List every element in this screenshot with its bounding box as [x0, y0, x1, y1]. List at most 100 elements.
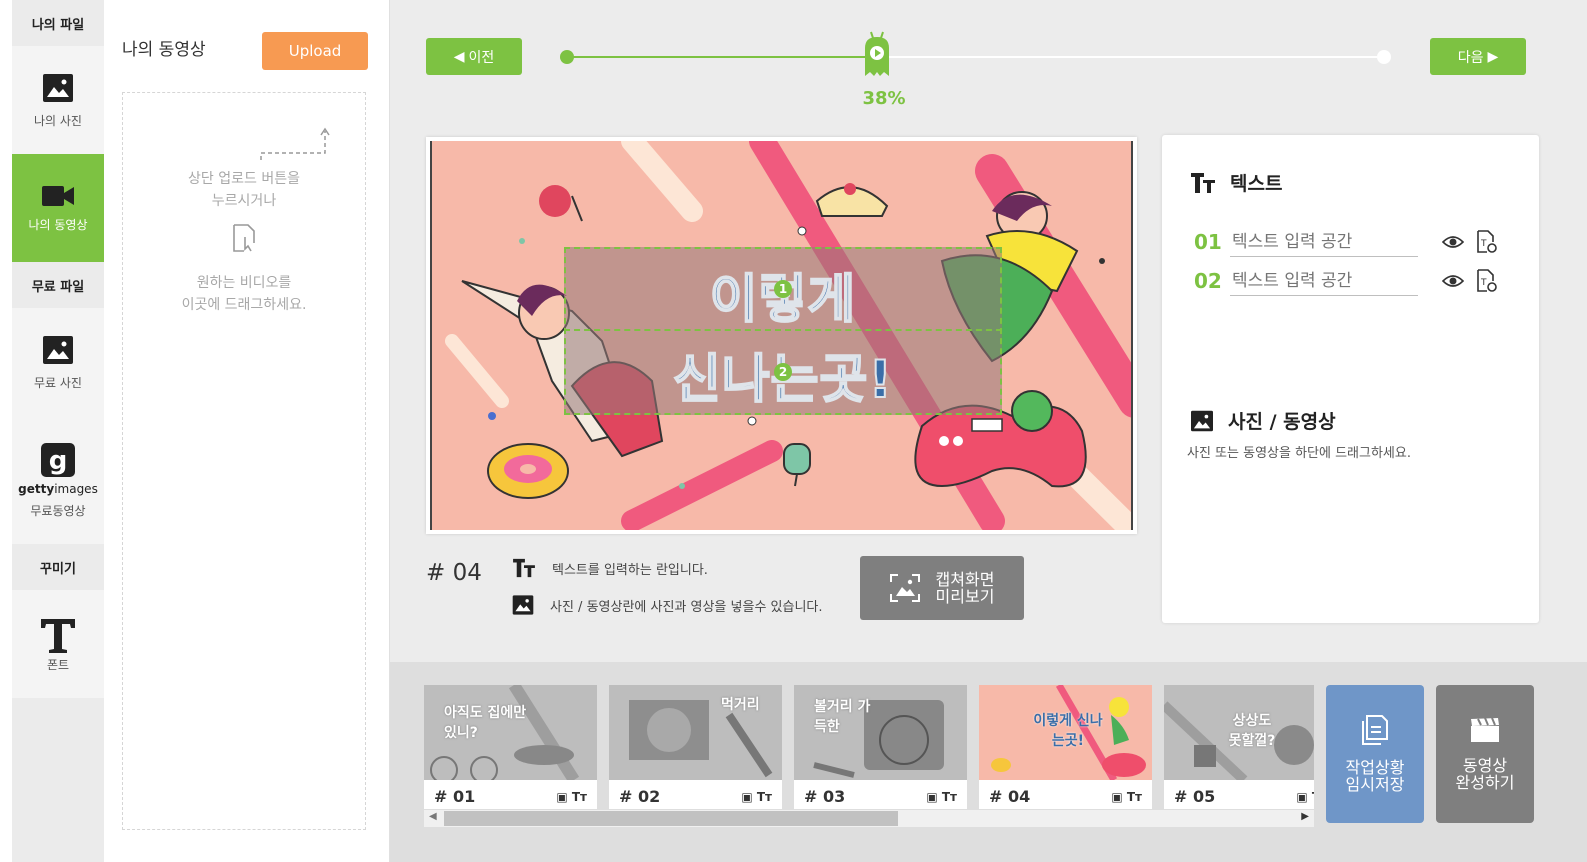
finish-label-2: 완성하기 — [1455, 773, 1515, 792]
next-label: 다음 — [1457, 49, 1484, 66]
thumbnail-image: 상상도 못할껄? — [1164, 685, 1314, 780]
text-row-01: 01 T — [1194, 227, 1498, 257]
media-text-icons: ▣ Tт — [556, 789, 587, 804]
thumbnail-scene-01[interactable]: 아직도 집에만 있니? # 01 ▣ Tт — [424, 685, 597, 809]
dashed-arrow-icon — [260, 127, 330, 160]
clapperboard-icon — [1471, 717, 1499, 742]
save-label-2: 임시저장 — [1345, 775, 1405, 794]
dropzone-hint-2: 누르시거나 — [211, 193, 277, 209]
dropzone-hint-1: 상단 업로드 버튼을 — [188, 171, 300, 187]
text-input-01[interactable] — [1230, 227, 1418, 257]
thumbnail-text: 상상도 못할껄? — [1228, 713, 1276, 749]
preview-canvas[interactable]: 이렇게 신나는곳! 1 2 — [430, 141, 1133, 530]
eye-icon[interactable] — [1442, 274, 1464, 288]
media-section-hint: 사진 또는 동영상을 하단에 드래그하세요. — [1187, 446, 1411, 461]
thumbnail-scene-04[interactable]: 이렇게 신나는곳! # 04 ▣ Tт — [979, 685, 1152, 809]
decorate-header: 꾸미기 — [12, 544, 104, 590]
sidebar-item-my-photo[interactable]: 나의 사진 — [12, 46, 104, 154]
sidebar-item-font[interactable]: 폰트 — [12, 590, 104, 698]
capture-label-1: 캡쳐화면 — [935, 570, 995, 589]
thumbnail-text: 먹거리 — [721, 697, 760, 713]
layer-marker-1[interactable]: 1 — [774, 280, 792, 298]
file-settings-icon[interactable]: T — [1476, 269, 1498, 293]
media-hint: 사진 / 동영상란에 사진과 영상을 넣을수 있습니다. — [512, 594, 823, 616]
sidebar-item-free-photo[interactable]: 무료 사진 — [12, 308, 104, 416]
drag-file-icon — [233, 224, 255, 252]
image-icon — [512, 595, 534, 615]
finish-video-button[interactable]: 동영상 완성하기 — [1436, 685, 1534, 823]
text-tt-icon — [1191, 172, 1215, 193]
document-save-icon — [1362, 715, 1388, 745]
svg-text:T: T — [1480, 278, 1487, 288]
thumbnail-label: # 01 — [434, 787, 476, 806]
video-camera-icon — [42, 185, 74, 206]
getty-brand: gettyimages — [18, 481, 98, 496]
files-panel-title: 나의 동영상 — [122, 40, 206, 60]
sidebar-item-label: 폰트 — [46, 657, 70, 672]
capture-image-icon — [889, 574, 920, 602]
text-tt-icon — [513, 558, 535, 578]
scrollbar-thumb[interactable] — [444, 811, 898, 826]
thumbnail-scene-05[interactable]: 상상도 못할껄? # 05 ▣ Tт — [1164, 685, 1314, 809]
my-files-header: 나의 파일 — [12, 0, 104, 46]
media-text-icons: ▣ Tт — [926, 789, 957, 804]
scene-number: # 04 — [426, 560, 482, 586]
sidebar-item-label: 나의 동영상 — [28, 217, 88, 232]
svg-text:g: g — [49, 446, 68, 476]
sidebar-item-label: 무료 사진 — [34, 375, 82, 390]
thumbnail-list: 아직도 집에만 있니? # 01 ▣ Tт 먹거리 # 02 ▣ Tт 볼거리 … — [424, 685, 1314, 809]
scroll-left-arrow[interactable]: ◀ — [429, 811, 437, 822]
thumbnail-label: # 05 — [1174, 787, 1216, 806]
file-settings-icon[interactable]: T — [1476, 230, 1498, 254]
progress-start-dot — [560, 50, 574, 64]
text-input-02[interactable] — [1230, 266, 1418, 296]
dropzone-hint-4: 이곳에 드래그하세요. — [181, 297, 307, 313]
sidebar-item-label: 무료동영상 — [30, 503, 86, 518]
thumbnail-label: # 03 — [804, 787, 846, 806]
caret-right-icon: ▶ — [1487, 48, 1499, 65]
text-section-title: 텍스트 — [1190, 169, 1282, 196]
text-row-02: 02 T — [1194, 266, 1498, 296]
thumbnail-scene-02[interactable]: 먹거리 # 02 ▣ Tт — [609, 685, 782, 809]
text-row-number: 02 — [1194, 269, 1222, 293]
layer-marker-2[interactable]: 2 — [774, 363, 792, 381]
sidebar-item-getty-video[interactable]: g gettyimages 무료동영상 — [12, 416, 104, 544]
svg-text:T: T — [1480, 239, 1487, 249]
caret-left-icon: ◀ — [453, 48, 465, 65]
video-dropzone[interactable]: 상단 업로드 버튼을 누르시거나 원하는 비디오를 이곳에 드래그하세요. — [122, 92, 366, 830]
robot-progress-handle[interactable] — [862, 30, 892, 78]
thumbnail-text: 이렇게 신나는곳! — [1033, 713, 1103, 749]
prev-label: 이전 — [468, 49, 495, 66]
media-text-icons: ▣ Tт — [1296, 789, 1314, 804]
media-text-icons: ▣ Tт — [741, 789, 772, 804]
prev-button[interactable]: ◀ 이전 — [426, 38, 522, 75]
media-section-title: 사진 / 동영상 — [1190, 407, 1336, 434]
progress-percent: 38% — [862, 88, 906, 109]
properties-panel: 텍스트 01 T 02 T 사진 / 동영상 사진 또는 동영상을 하단에 드래… — [1162, 135, 1539, 623]
thumbnail-image: 아직도 집에만 있니? — [424, 685, 597, 780]
files-panel: 나의 동영상 Upload 상단 업로드 버튼을 누르시거나 원하는 비디오를 … — [104, 0, 390, 862]
preview-canvas-frame: 이렇게 신나는곳! 1 2 — [426, 137, 1137, 534]
thumbnail-text: 아직도 집에만 있니? — [444, 705, 527, 741]
thumbnail-text: 볼거리 가득한 — [814, 699, 871, 735]
progress-end-dot — [1377, 50, 1391, 64]
progress-track — [567, 56, 1384, 58]
thumbnail-image: 먹거리 — [609, 685, 782, 780]
upload-button[interactable]: Upload — [262, 32, 368, 70]
scroll-right-arrow[interactable]: ▶ — [1301, 811, 1309, 822]
thumbnail-scrollbar[interactable]: ◀ ▶ — [424, 810, 1314, 827]
save-draft-button[interactable]: 작업상황 임시저장 — [1326, 685, 1424, 823]
free-files-header: 무료 파일 — [12, 262, 104, 308]
image-icon — [1191, 410, 1213, 431]
sidebar-item-my-video[interactable]: 나의 동영상 — [12, 154, 104, 262]
thumbnail-scene-03[interactable]: 볼거리 가득한 # 03 ▣ Tт — [794, 685, 967, 809]
capture-preview-button[interactable]: 캡쳐화면 미리보기 — [860, 556, 1024, 620]
progress-fill — [567, 56, 878, 58]
font-t-icon — [41, 618, 75, 653]
next-button[interactable]: 다음 ▶ — [1430, 38, 1526, 75]
thumbnail-label: # 02 — [619, 787, 661, 806]
text-row-number: 01 — [1194, 230, 1222, 254]
sidebar: 나의 파일 나의 사진 나의 동영상 무료 파일 무료 사진 g gettyim… — [12, 0, 104, 862]
eye-icon[interactable] — [1442, 235, 1464, 249]
thumbnail-image: 볼거리 가득한 — [794, 685, 967, 780]
